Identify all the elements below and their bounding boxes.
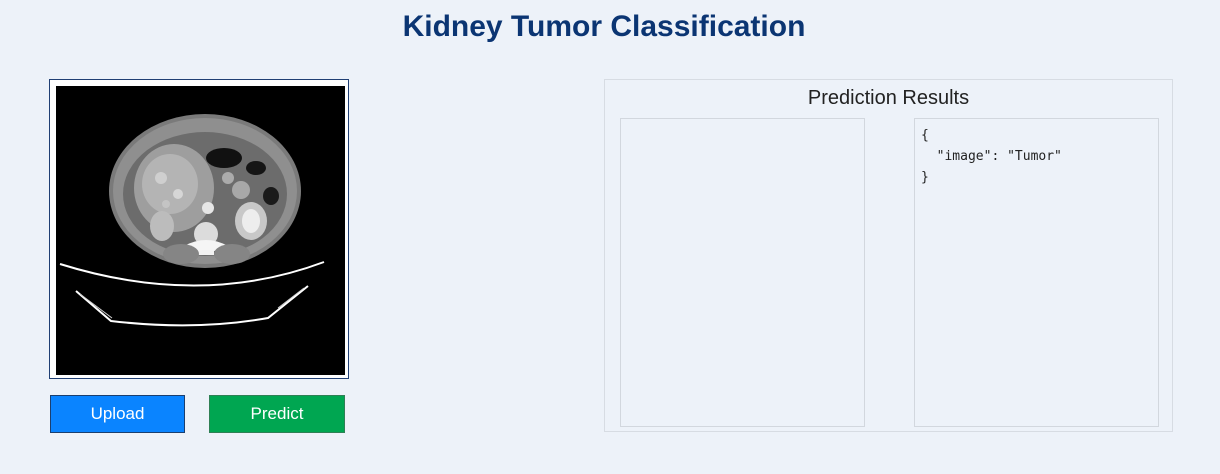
results-title: Prediction Results xyxy=(807,87,970,109)
page-title: Kidney Tumor Classification xyxy=(402,10,806,43)
result-json-box: { "image": "Tumor"} xyxy=(914,118,1159,427)
page: Kidney Tumor Classification Upload Predi… xyxy=(0,0,1220,474)
json-line: { xyxy=(921,128,929,143)
json-line: "image": "Tumor" xyxy=(921,149,1062,164)
json-line: } xyxy=(921,170,929,185)
predict-button[interactable]: Predict xyxy=(209,395,345,433)
upload-button[interactable]: Upload xyxy=(50,395,185,433)
image-preview-frame xyxy=(49,79,349,379)
result-image-box xyxy=(620,118,865,427)
prediction-results-panel: Prediction Results { "image": "Tumor"} xyxy=(604,79,1173,432)
ct-scan-image xyxy=(56,86,345,375)
